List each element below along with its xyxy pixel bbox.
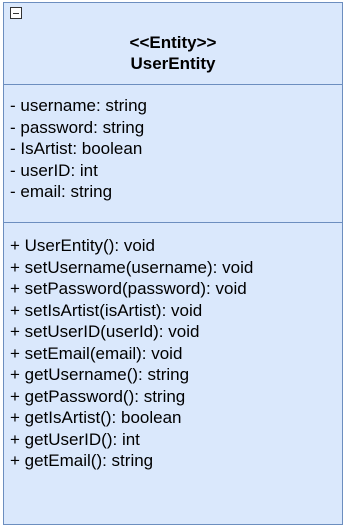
method-item: + getPassword(): string xyxy=(10,386,186,406)
method-item: + getIsArtist(): boolean xyxy=(10,408,182,427)
method-item: + setUserID(userId): void xyxy=(10,322,200,341)
attribute-item: - email: string xyxy=(10,182,113,201)
attribute-item: - password: string xyxy=(10,117,145,137)
class-stereotype: <<Entity>> xyxy=(129,33,217,52)
method-item: + getUserID(): int xyxy=(10,429,140,449)
attributes-compartment: - username: string - password: string - … xyxy=(4,85,342,223)
attribute-item: - userID: int xyxy=(10,160,98,180)
attribute-item: - username: string xyxy=(10,96,147,115)
method-item: + UserEntity(): void xyxy=(10,236,156,255)
class-header: <<Entity>> UserEntity xyxy=(4,3,342,85)
class-name: UserEntity xyxy=(130,54,216,73)
attribute-item: - IsArtist: boolean xyxy=(10,139,143,158)
method-item: + setIsArtist(isArtist): void xyxy=(10,300,203,320)
method-item: + setEmail(email): void xyxy=(10,343,183,363)
collapse-icon[interactable] xyxy=(10,7,22,19)
methods-compartment: + UserEntity(): void + setUsername(usern… xyxy=(4,223,342,472)
method-item: + getEmail(): string xyxy=(10,451,154,470)
method-item: + setUsername(username): void xyxy=(10,257,254,277)
method-item: + getUsername(): string xyxy=(10,365,190,384)
method-item: + setPassword(password): void xyxy=(10,279,247,298)
uml-class-user-entity[interactable]: <<Entity>> UserEntity - username: string… xyxy=(3,2,343,525)
